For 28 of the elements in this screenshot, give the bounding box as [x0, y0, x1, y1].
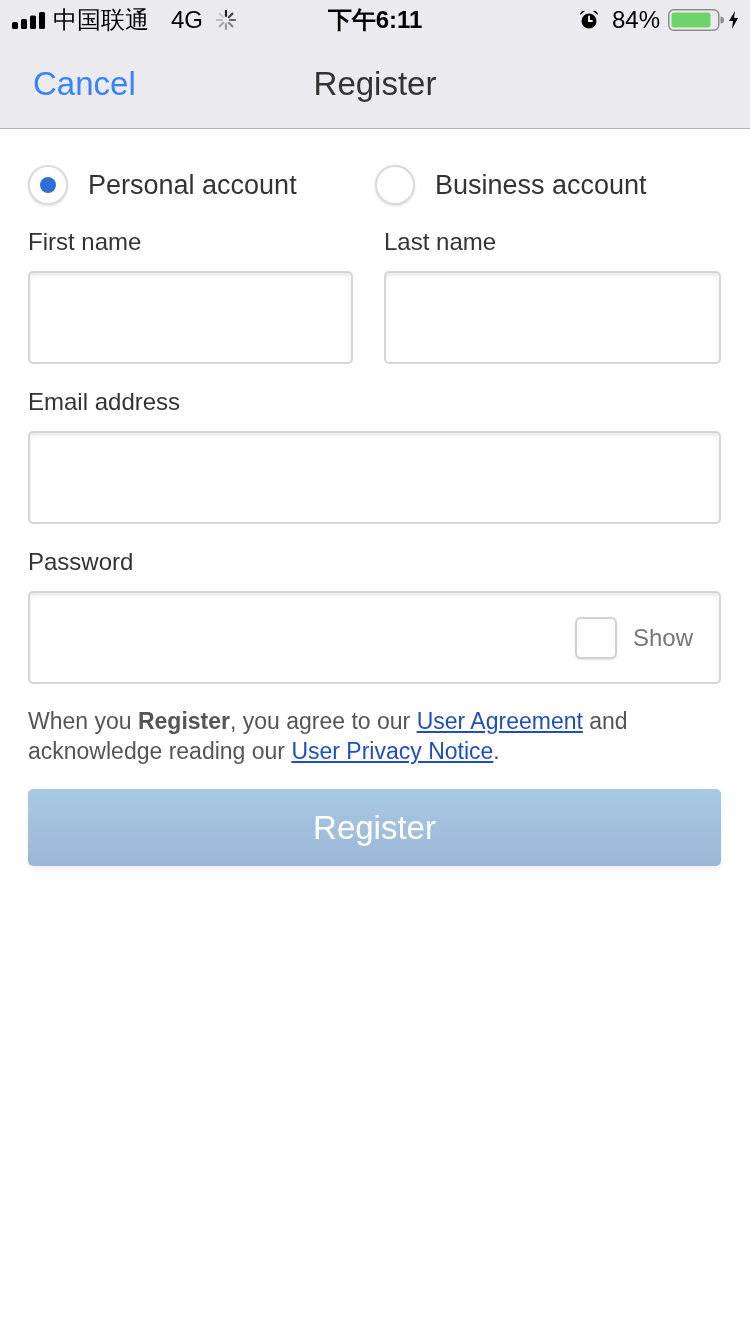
nav-title: Register: [313, 64, 437, 104]
name-input-field[interactable]: [28, 271, 353, 364]
radio-button[interactable]: [28, 165, 68, 205]
agreement-text: When you Register, you agree to our User Agreement and acknowledge reading our User Privacy Notice.: [28, 707, 629, 766]
password-label: Password: [28, 548, 135, 576]
name-input-field[interactable]: [384, 271, 721, 364]
name-label: First name: [28, 228, 143, 256]
charging-bolt-icon: [729, 11, 738, 29]
account-type-label: Personal account: [88, 169, 297, 201]
battery-icon: [668, 9, 724, 31]
signal-icon: [12, 11, 45, 29]
activity-spinner-icon: [216, 10, 236, 30]
text-link[interactable]: User Privacy Notice: [291, 738, 494, 764]
password-input-field[interactable]: Show: [28, 591, 721, 684]
battery-percentage: 84%: [611, 6, 660, 34]
email-input-field[interactable]: [28, 431, 721, 524]
show-password-label: Show: [632, 623, 693, 652]
network-type: 4G: [171, 6, 203, 34]
text-link[interactable]: User Agreement: [416, 708, 583, 734]
radio-button[interactable]: [375, 165, 415, 205]
account-type-label: Business account: [435, 169, 647, 201]
carrier-name: 中国联通: [53, 6, 149, 34]
email-label: Email address: [28, 388, 182, 416]
alarm-clock-icon: [578, 10, 599, 30]
cancel-button[interactable]: Cancel: [33, 64, 136, 104]
name-label: Last name: [384, 228, 498, 256]
status-time: 下午6:11: [327, 6, 423, 34]
show-password-checkbox[interactable]: [574, 616, 617, 659]
